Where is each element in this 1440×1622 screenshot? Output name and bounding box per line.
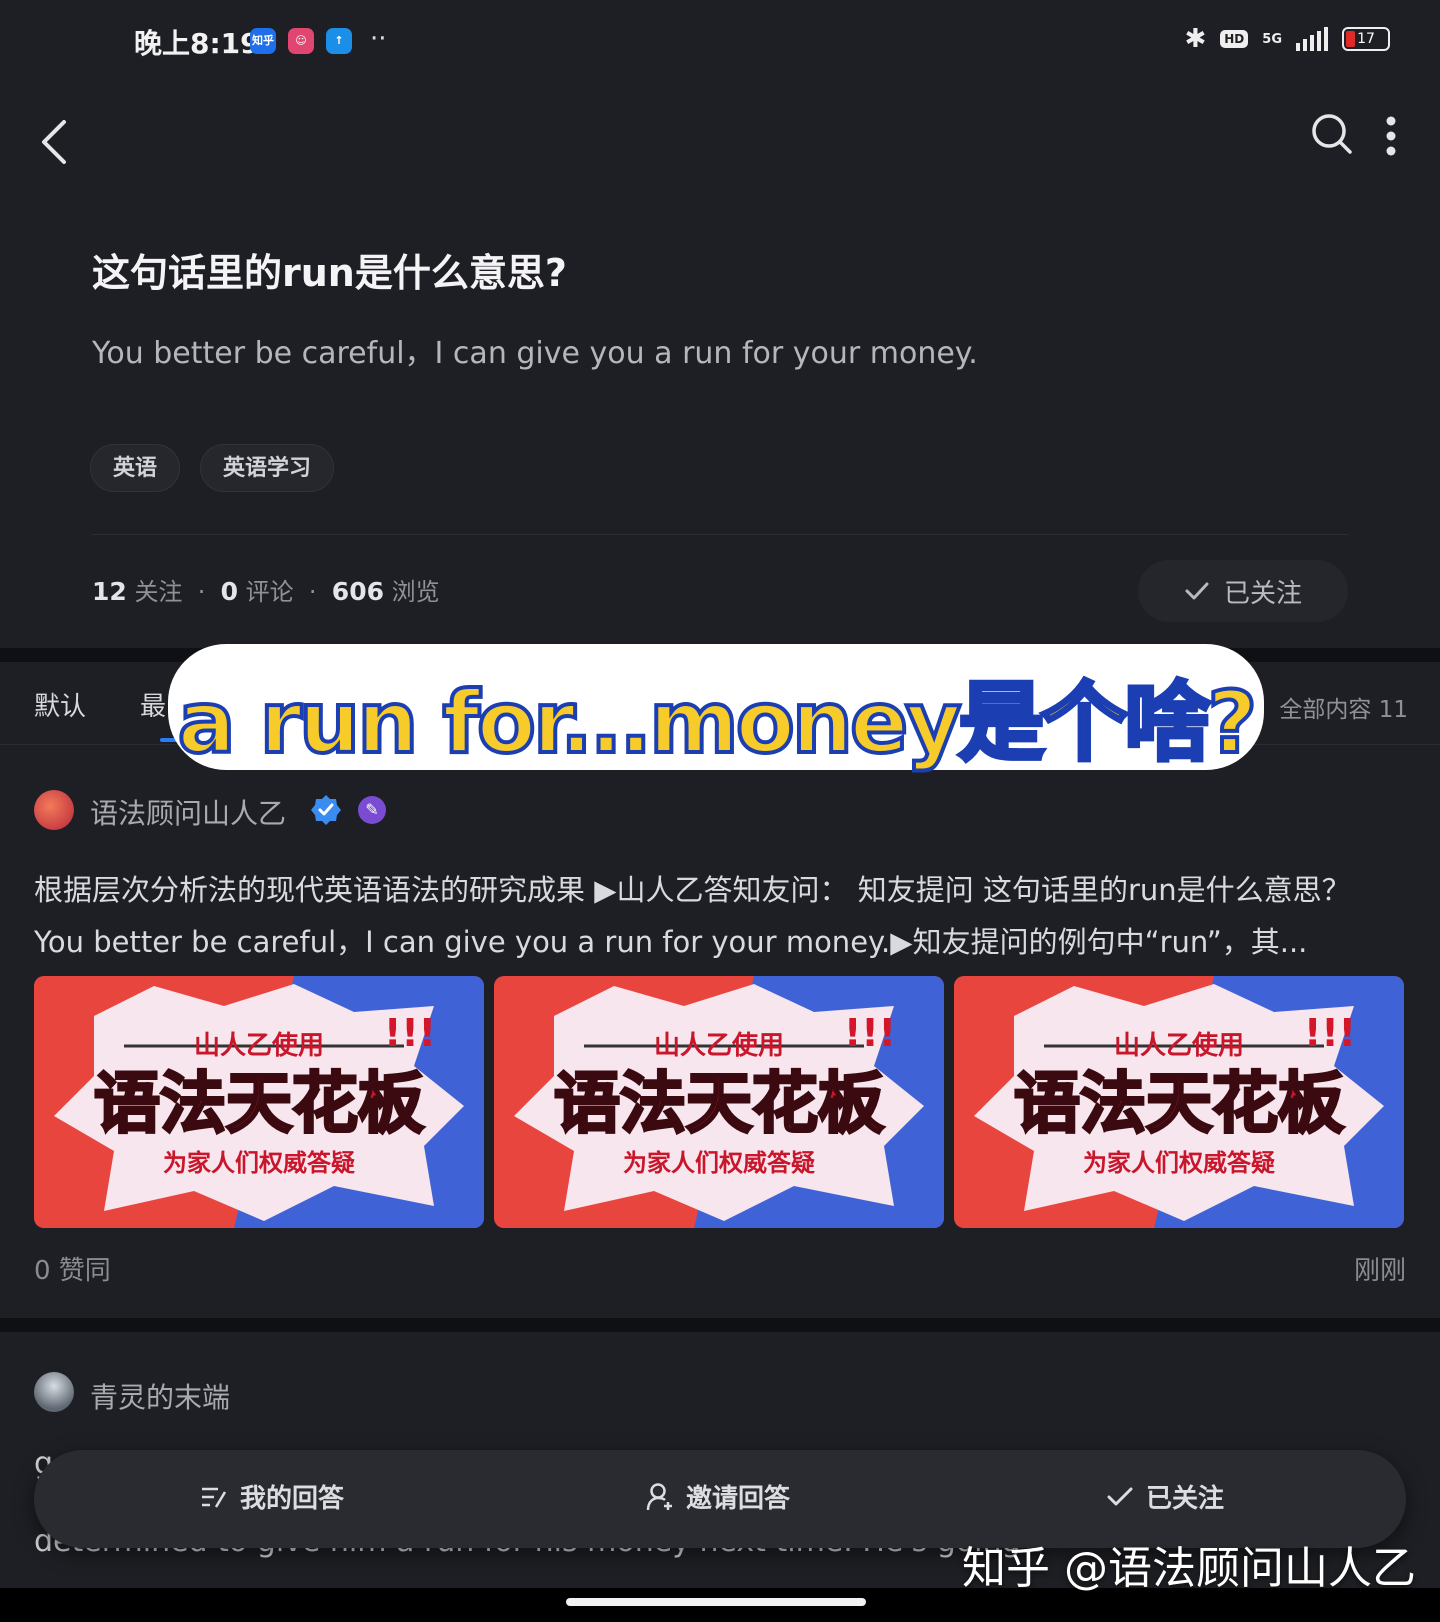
upload-notification-icon: ↑ — [326, 28, 352, 54]
question-stats: 12 关注 · 0 评论 · 606 浏览 — [92, 577, 440, 606]
follow-button-label: 已关注 — [1223, 578, 1302, 609]
app-notification-icon: ☺ — [288, 28, 314, 54]
tab-latest[interactable]: 最 — [140, 686, 166, 723]
topic-tag[interactable]: 英语学习 — [200, 444, 335, 492]
answer-excerpt[interactable]: 根据层次分析法的现代英语语法的研究成果 ▶山人乙答知友问： 知友提问 这句话里的… — [34, 864, 1404, 968]
divider — [92, 534, 1348, 535]
invite-answer-button[interactable]: 邀请回答 — [646, 1478, 790, 1515]
invite-answer-label: 邀请回答 — [686, 1484, 791, 1514]
network-type: 5G — [1262, 31, 1282, 47]
view-label: 浏览 — [391, 578, 440, 606]
view-count: 606 — [331, 577, 384, 606]
tab-default[interactable]: 默认 — [34, 686, 86, 723]
home-indicator[interactable] — [566, 1598, 866, 1606]
more-notifications-icon: ·· — [370, 24, 387, 54]
all-content-count[interactable]: 全部内容 11 — [1279, 690, 1408, 724]
image-top-text: 山人乙使用 — [194, 1031, 324, 1061]
topic-tag[interactable]: 英语 — [90, 444, 181, 492]
overlay-title-text: a run for...money是个啥? — [176, 671, 1260, 775]
image-exclaim-text: !!! — [844, 1011, 896, 1055]
zhihu-app-icon: 知乎 — [250, 28, 276, 54]
battery-icon: 17 — [1342, 27, 1390, 51]
creator-badge-icon: ✎ — [358, 796, 386, 824]
watermark: 知乎 @语法顾问山人乙 — [962, 1543, 1416, 1594]
follow-label: 关注 — [134, 578, 183, 606]
image-main-text: 语法天花板 — [94, 1065, 424, 1142]
image-sub-text: 为家人们权威答疑 — [163, 1149, 355, 1177]
answer-image[interactable]: 山人乙使用 语法天花板 为家人们权威答疑 !!! — [954, 976, 1404, 1228]
image-top-text: 山人乙使用 — [1114, 1031, 1244, 1061]
answer-author[interactable]: 语法顾问山人乙 — [90, 792, 286, 832]
question-description: You better be careful，I can give you a r… — [92, 336, 978, 371]
write-answer-icon — [202, 1487, 227, 1508]
answer-author[interactable]: 青灵的末端 — [90, 1376, 230, 1416]
invite-user-icon — [646, 1482, 672, 1510]
status-time: 晚上8:19 — [134, 27, 260, 60]
check-icon — [1107, 1487, 1133, 1505]
back-icon[interactable] — [36, 112, 76, 172]
vote-count[interactable]: 0 赞同 — [34, 1250, 111, 1287]
answer-image[interactable]: 山人乙使用 语法天花板 为家人们权威答疑 !!! — [34, 976, 484, 1228]
comment-label[interactable]: 评论 — [246, 578, 294, 606]
image-main-text: 语法天花板 — [1014, 1065, 1344, 1142]
image-main-text: 语法天花板 — [554, 1065, 884, 1142]
image-exclaim-text: !!! — [384, 1011, 436, 1055]
signal-icon — [1296, 27, 1328, 51]
answer-image[interactable]: 山人乙使用 语法天花板 为家人们权威答疑 !!! — [494, 976, 944, 1228]
hd-icon: HD — [1220, 30, 1249, 48]
avatar[interactable] — [34, 790, 74, 830]
comment-count: 0 — [220, 577, 238, 606]
image-top-text: 山人乙使用 — [654, 1031, 784, 1061]
more-options-icon[interactable] — [1376, 112, 1406, 162]
avatar[interactable] — [34, 1372, 74, 1412]
section-separator — [0, 1318, 1440, 1332]
answer-time: 刚刚 — [1353, 1256, 1406, 1286]
following-button[interactable]: 已关注 — [1106, 1478, 1224, 1515]
follow-question-button[interactable]: 已关注 — [1138, 560, 1348, 622]
verified-badge-icon — [311, 795, 341, 825]
following-label: 已关注 — [1146, 1484, 1225, 1514]
status-indicators: ✱ HD 5G 17 — [1184, 24, 1390, 54]
battery-level: 17 — [1357, 31, 1375, 47]
my-answer-button[interactable]: 我的回答 — [200, 1478, 344, 1515]
follow-count: 12 — [92, 577, 127, 606]
check-icon — [1185, 582, 1209, 600]
image-sub-text: 为家人们权威答疑 — [1083, 1149, 1275, 1177]
image-exclaim-text: !!! — [1304, 1011, 1356, 1055]
question-title: 这句话里的run是什么意思? — [92, 251, 567, 295]
search-icon[interactable] — [1310, 112, 1354, 156]
bluetooth-icon: ✱ — [1184, 24, 1207, 54]
image-sub-text: 为家人们权威答疑 — [623, 1149, 815, 1177]
my-answer-label: 我的回答 — [240, 1484, 345, 1514]
